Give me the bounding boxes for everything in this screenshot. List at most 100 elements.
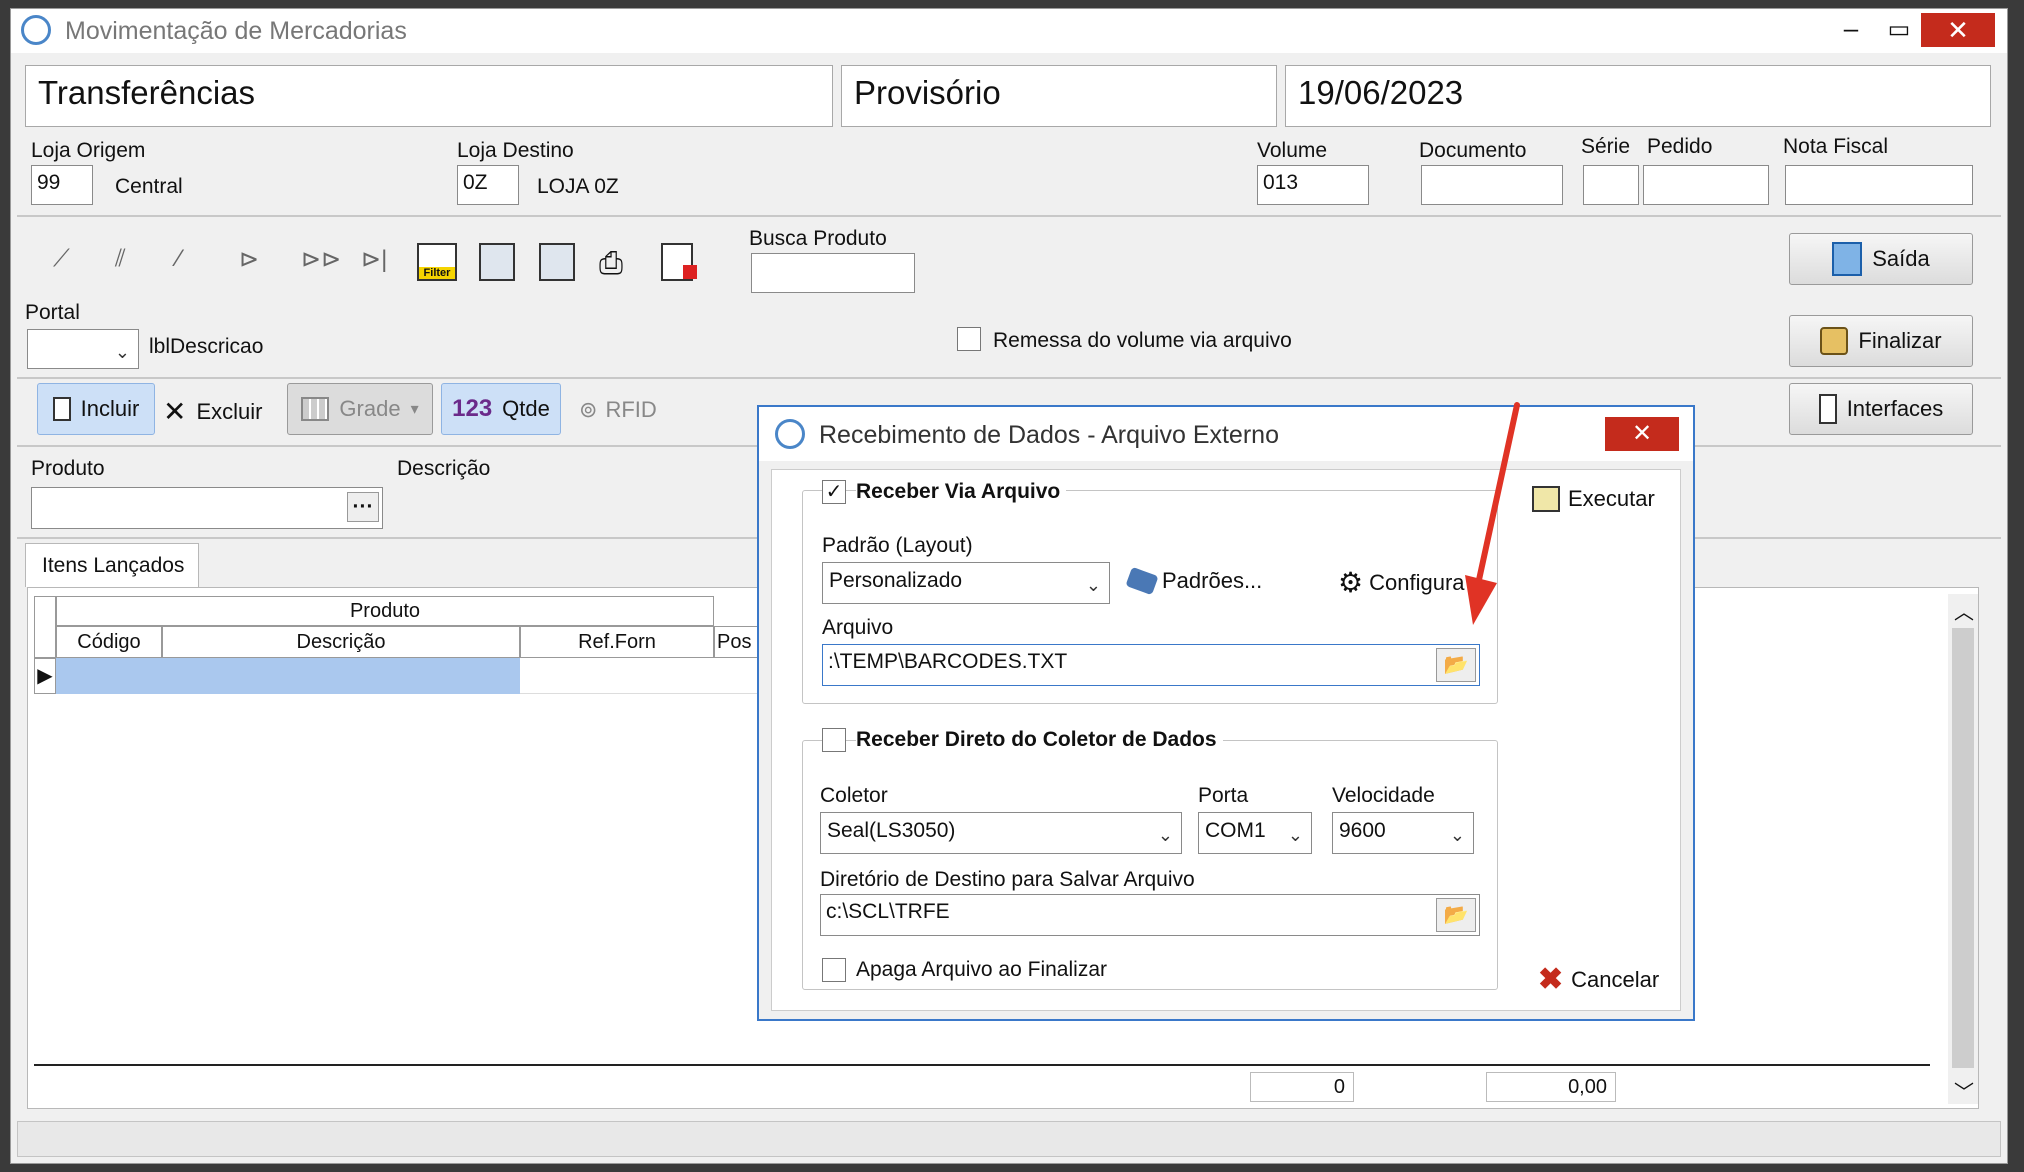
incluir-button[interactable]: Incluir xyxy=(37,383,155,435)
saida-button[interactable]: Saída xyxy=(1789,233,1973,285)
window-title: Movimentação de Mercadorias xyxy=(65,17,407,45)
delete-icon: ✕ xyxy=(163,396,187,427)
remessa-checkbox[interactable] xyxy=(957,327,981,351)
porta-label: Porta xyxy=(1198,784,1249,807)
dialog-inner: ✓ Receber Via Arquivo Padrão (Layout) Pe… xyxy=(771,469,1681,1011)
arquivo-input[interactable]: :\TEMP\BARCODES.TXT 📂 xyxy=(822,644,1480,686)
next-page-icon[interactable]: ⊳⊳ xyxy=(301,245,341,274)
annotation-arrow xyxy=(1465,402,1520,625)
footer-count: 0 xyxy=(1250,1072,1354,1102)
padrao-label: Padrão (Layout) xyxy=(822,534,973,557)
excluir-button[interactable]: ✕ Excluir xyxy=(163,395,262,428)
grade-button[interactable]: Grade ▾ xyxy=(287,383,433,435)
velocidade-select[interactable]: 9600 ⌄ xyxy=(1332,812,1474,854)
scroll-down-icon[interactable]: ﹀ xyxy=(1954,1076,1974,1105)
grid-footer-line xyxy=(34,1064,1930,1066)
grid-col-descricao[interactable]: Descrição xyxy=(162,626,520,658)
finalizar-button[interactable]: Finalizar xyxy=(1789,315,1973,367)
produto-input[interactable]: ··· xyxy=(31,487,383,529)
tab-itens-lancados[interactable]: Itens Lançados xyxy=(25,543,199,587)
chevron-down-icon: ⌄ xyxy=(1085,575,1101,595)
coletor-select[interactable]: Seal(LS3050) ⌄ xyxy=(820,812,1182,854)
nota-fiscal-input[interactable] xyxy=(1785,165,1973,205)
minimize-button[interactable]: – xyxy=(1831,13,1871,47)
receber-arquivo-checkbox[interactable]: ✓ xyxy=(822,480,846,504)
dialog-close-button[interactable]: ✕ xyxy=(1605,417,1679,451)
interfaces-button[interactable]: Interfaces xyxy=(1789,383,1973,435)
cancelar-button[interactable]: ✖ Cancelar xyxy=(1538,962,1659,997)
configura-button[interactable]: ⚙ Configura xyxy=(1338,566,1465,599)
prev-record-icon[interactable]: ⁄ xyxy=(177,245,181,273)
serie-input[interactable] xyxy=(1583,165,1639,205)
scroll-thumb[interactable] xyxy=(1952,628,1974,1068)
grid-indicator-header xyxy=(34,596,56,658)
pedido-input[interactable] xyxy=(1643,165,1769,205)
padrao-select[interactable]: Personalizado ⌄ xyxy=(822,562,1110,604)
print-icon[interactable]: ⎙ xyxy=(599,247,623,281)
first-record-icon[interactable]: ⟋ xyxy=(53,245,70,273)
search-records-icon[interactable] xyxy=(479,243,515,281)
rfid-button[interactable]: ⊚ RFID xyxy=(579,397,657,423)
documento-label: Documento xyxy=(1419,139,1527,162)
executar-button[interactable]: Executar xyxy=(1532,486,1655,512)
view-records-icon[interactable] xyxy=(539,243,575,281)
portal-descricao: lblDescricao xyxy=(149,335,264,358)
close-button[interactable]: ✕ xyxy=(1921,13,1995,47)
arrow-shaft xyxy=(1474,402,1520,592)
table-row[interactable] xyxy=(56,658,520,694)
header-type: Transferências xyxy=(25,65,833,127)
dialog-title: Recebimento de Dados - Arquivo Externo xyxy=(819,421,1279,449)
vertical-scrollbar[interactable]: ︿ ﹀ xyxy=(1948,594,1978,1104)
padroes-button[interactable]: Padrões... xyxy=(1125,566,1262,596)
divider xyxy=(17,215,2001,217)
last-record-icon[interactable]: ⊳| xyxy=(361,245,387,274)
coletor-label: Coletor xyxy=(820,784,888,807)
velocidade-label: Velocidade xyxy=(1332,784,1435,807)
busca-produto-input[interactable] xyxy=(751,253,915,293)
open-folder-icon[interactable]: 📂 xyxy=(1436,898,1476,932)
pedido-label: Pedido xyxy=(1647,135,1713,158)
next-record-icon[interactable]: ⊳ xyxy=(239,245,259,274)
divider xyxy=(17,377,2001,379)
portal-select[interactable]: ⌄ xyxy=(27,329,139,369)
footer-total: 0,00 xyxy=(1486,1072,1616,1102)
dialog-app-icon xyxy=(775,419,805,449)
qtde-number-icon: 123 xyxy=(452,395,493,422)
export-icon[interactable] xyxy=(661,243,697,281)
dialog-title-bar: Recebimento de Dados - Arquivo Externo ✕ xyxy=(759,407,1693,461)
receber-coletor-checkbox[interactable] xyxy=(822,728,846,752)
apaga-arquivo-checkbox[interactable] xyxy=(822,958,846,982)
chevron-down-icon: ⌄ xyxy=(1157,825,1173,845)
grid-col-codigo[interactable]: Código xyxy=(56,626,162,658)
receber-coletor-label: Receber Direto do Coletor de Dados xyxy=(856,728,1223,752)
interfaces-icon xyxy=(1818,394,1837,424)
scroll-up-icon[interactable]: ︿ xyxy=(1954,596,1974,625)
porta-select[interactable]: COM1 ⌄ xyxy=(1198,812,1312,854)
header-status: Provisório xyxy=(841,65,1277,127)
maximize-button[interactable]: ▭ xyxy=(1879,15,1919,49)
loja-origem-label: Loja Origem xyxy=(31,139,146,162)
chevron-down-icon: ▾ xyxy=(410,401,419,418)
open-folder-icon[interactable]: 📂 xyxy=(1436,648,1476,682)
filter-icon[interactable]: Filter xyxy=(417,243,457,281)
chevron-down-icon: ⌄ xyxy=(1287,825,1303,845)
prev-page-icon[interactable]: ⫽ xyxy=(115,245,126,273)
ellipsis-button[interactable]: ··· xyxy=(347,492,379,522)
header-date: 19/06/2023 xyxy=(1285,65,1991,127)
cancel-icon: ✖ xyxy=(1538,963,1564,996)
documento-input[interactable] xyxy=(1421,165,1563,205)
grid-col-pos[interactable]: Pos xyxy=(714,626,760,658)
nota-fiscal-label: Nota Fiscal xyxy=(1783,135,1889,158)
volume-input[interactable]: 013 xyxy=(1257,165,1369,205)
grid-group-header: Produto xyxy=(56,596,714,626)
qtde-button[interactable]: 123 Qtde xyxy=(441,383,561,435)
grid-col-ref-forn[interactable]: Ref.Forn xyxy=(520,626,714,658)
diretorio-input[interactable]: c:\SCL\TRFE 📂 xyxy=(820,894,1480,936)
loja-destino-code-input[interactable]: 0Z xyxy=(457,165,519,205)
execute-icon xyxy=(1532,486,1560,512)
exit-icon xyxy=(1832,242,1863,276)
loja-destino-name: LOJA 0Z xyxy=(537,175,619,198)
loja-origem-code-input[interactable]: 99 xyxy=(31,165,93,205)
table-row-rest[interactable] xyxy=(520,658,760,694)
status-bar xyxy=(17,1121,2001,1157)
